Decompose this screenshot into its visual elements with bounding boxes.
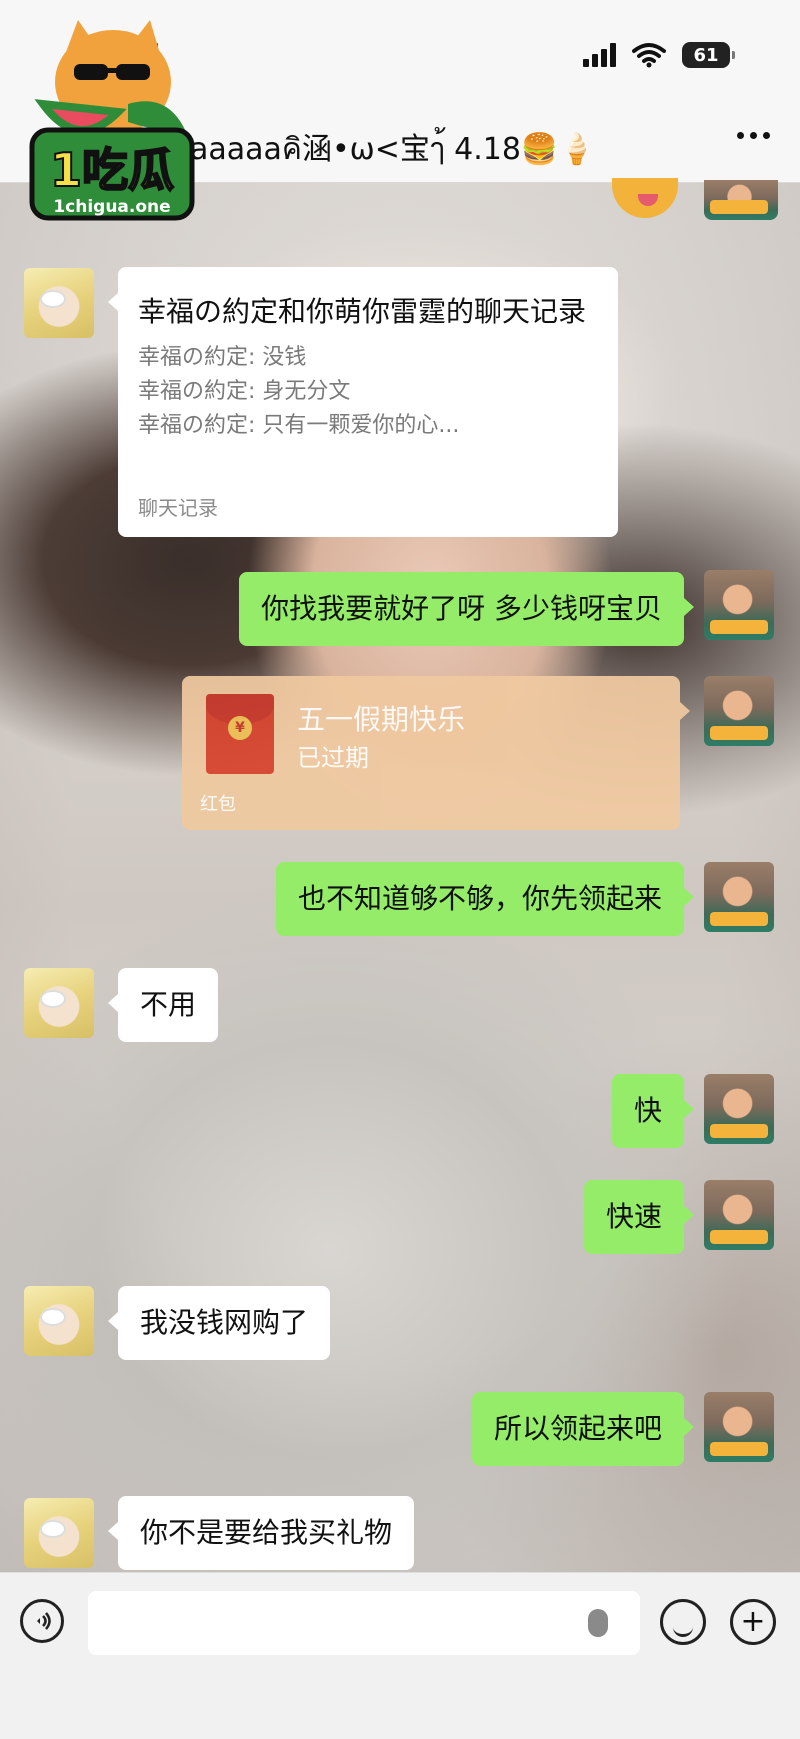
my-avatar[interactable] bbox=[704, 180, 778, 220]
chat-record-line: 幸福の約定: 只有一颗爱你的心... bbox=[138, 413, 460, 438]
chat-title[interactable]: aaaaaคิ涵•ω<️宝ๅ้ 4.18🍔🍦 bbox=[190, 124, 596, 173]
outgoing-message[interactable]: 快 bbox=[611, 1074, 695, 1148]
chat-record-label: 聊天记录 bbox=[138, 496, 218, 520]
more-options-icon[interactable] bbox=[737, 132, 770, 139]
my-avatar[interactable] bbox=[704, 676, 774, 746]
logo-url: 1chigua.one bbox=[53, 197, 170, 217]
my-avatar[interactable] bbox=[704, 1392, 774, 1462]
emoji-icon[interactable] bbox=[660, 1599, 706, 1645]
my-avatar[interactable] bbox=[704, 1180, 774, 1250]
chat-record-line: 幸福の約定: 身无分文 bbox=[138, 379, 351, 404]
red-packet-message[interactable]: ¥ 五一假期快乐 已过期 红包 bbox=[182, 676, 690, 830]
wifi-icon bbox=[632, 43, 666, 68]
red-packet-title: 五一假期快乐 bbox=[297, 703, 466, 736]
outgoing-message[interactable]: 也不知道够不够，你先领起来 bbox=[275, 862, 695, 936]
chat-record-preview: 幸福の約定: 没钱 幸福の約定: 身无分文 幸福の約定: 只有一颗爱你的心... bbox=[138, 341, 598, 443]
voice-toggle-icon[interactable] bbox=[20, 1599, 64, 1643]
incoming-message[interactable]: 你不是要给我买礼物 bbox=[107, 1496, 415, 1570]
status-icons: 61 bbox=[583, 42, 735, 68]
outgoing-message[interactable]: 所以领起来吧 bbox=[471, 1392, 695, 1466]
outgoing-message[interactable]: 你找我要就好了呀 多少钱呀宝贝 bbox=[239, 572, 694, 646]
red-envelope-icon: ¥ bbox=[206, 694, 274, 774]
outgoing-message[interactable]: 快速 bbox=[583, 1180, 695, 1254]
chat-record-line: 幸福の約定: 没钱 bbox=[138, 345, 307, 370]
red-packet-label: 红包 bbox=[200, 794, 236, 815]
incoming-message[interactable]: 不用 bbox=[107, 968, 219, 1042]
mic-icon[interactable] bbox=[588, 1609, 608, 1637]
chat-record-title: 幸福の約定和你萌你雷霆的聊天记录 bbox=[138, 295, 587, 328]
contact-avatar[interactable] bbox=[24, 268, 94, 338]
add-more-icon[interactable]: + bbox=[730, 1599, 776, 1645]
message-input[interactable] bbox=[88, 1591, 640, 1655]
contact-avatar[interactable] bbox=[24, 1498, 94, 1568]
logo-text: 1吃瓜 bbox=[50, 143, 174, 197]
contact-avatar[interactable] bbox=[24, 968, 94, 1038]
my-avatar[interactable] bbox=[704, 862, 774, 932]
cellular-signal-icon bbox=[583, 43, 616, 67]
contact-avatar[interactable] bbox=[24, 1286, 94, 1356]
battery-icon: 61 bbox=[682, 42, 735, 68]
incoming-message[interactable]: 我没钱网购了 bbox=[107, 1286, 331, 1360]
my-avatar[interactable] bbox=[704, 570, 774, 640]
input-bar: + bbox=[0, 1572, 800, 1739]
red-packet-status: 已过期 bbox=[297, 744, 369, 772]
chat-record-card[interactable]: 幸福の約定和你萌你雷霆的聊天记录 幸福の約定: 没钱 幸福の約定: 身无分文 幸… bbox=[108, 267, 618, 537]
watermark-logo: 1吃瓜 1chigua.one bbox=[29, 20, 195, 221]
my-avatar[interactable] bbox=[704, 1074, 774, 1144]
